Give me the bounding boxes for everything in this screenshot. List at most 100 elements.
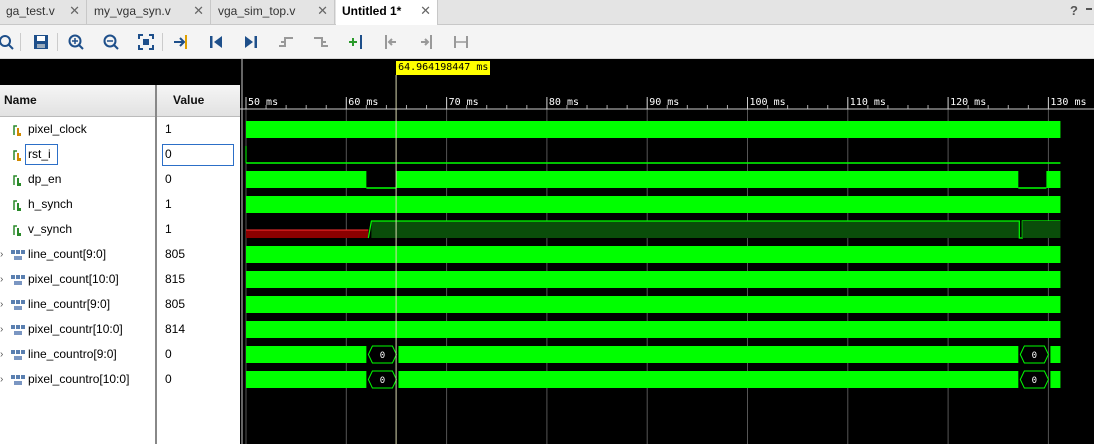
- zoom-in-icon[interactable]: [66, 32, 86, 52]
- bus-signal-icon: [11, 350, 25, 360]
- tab-vga-sim-top[interactable]: vga_sim_top.v ✕: [212, 0, 335, 24]
- go-to-last-time-icon[interactable]: [241, 32, 261, 52]
- signal-value: 805: [165, 247, 186, 261]
- minimize-icon[interactable]: [1086, 8, 1092, 10]
- selected-value-outline: [162, 144, 234, 166]
- tab-untitled-1[interactable]: Untitled 1* ✕: [336, 0, 438, 25]
- signal-value: 0: [165, 347, 172, 361]
- tick-label: 70 ms: [448, 97, 479, 108]
- save-icon[interactable]: [31, 32, 51, 52]
- tick-label: 80 ms: [548, 97, 579, 108]
- tick-label: 50 ms: [248, 97, 279, 108]
- tab-my-vga-syn[interactable]: my_vga_syn.v ✕: [88, 0, 211, 24]
- signal-row[interactable]: › line_countr[9:0] 805: [0, 292, 240, 317]
- signal-value: 0: [165, 172, 172, 186]
- next-marker-icon[interactable]: [416, 32, 436, 52]
- tab-label: ga_test.v: [6, 4, 55, 18]
- tab-label: my_vga_syn.v: [94, 4, 171, 18]
- signal-row[interactable]: h_synch 1: [0, 192, 240, 217]
- tab-ga-test[interactable]: ga_test.v ✕: [0, 0, 87, 24]
- value-column-header[interactable]: Value: [157, 85, 240, 117]
- cursor-time-label: 64.964198447 ms: [396, 61, 491, 75]
- zoom-out-icon[interactable]: [101, 32, 121, 52]
- signal-name: line_countro[9:0]: [28, 347, 117, 361]
- bus-value-label: 0: [380, 376, 385, 386]
- bus-signal-icon: [11, 300, 25, 310]
- bit-signal-icon: [13, 175, 21, 186]
- signal-name: pixel_countro[10:0]: [28, 372, 130, 386]
- bus-wave: [246, 271, 1061, 288]
- expand-chevron-icon[interactable]: ›: [0, 242, 8, 267]
- add-marker-icon[interactable]: [346, 32, 366, 52]
- tick-label: 60 ms: [348, 97, 379, 108]
- expand-chevron-icon[interactable]: ›: [0, 317, 8, 342]
- signal-value: 805: [165, 297, 186, 311]
- help-icon[interactable]: ?: [1070, 3, 1078, 18]
- signal-name: line_count[9:0]: [28, 247, 107, 261]
- signal-row[interactable]: v_synch 1: [0, 217, 240, 242]
- expand-chevron-icon[interactable]: ›: [0, 342, 8, 367]
- signal-list-pane: Name Value pixel_clock 1 rst_i 0 dp_en 0 h_syn…: [0, 59, 240, 444]
- bit-signal-icon: [13, 150, 21, 161]
- zoom-fit-icon[interactable]: [136, 32, 156, 52]
- bus-wave: [246, 296, 1061, 313]
- close-icon[interactable]: ✕: [69, 0, 80, 22]
- bus-value-label: 0: [380, 351, 385, 361]
- go-to-time-0-icon[interactable]: [206, 32, 226, 52]
- toolbar: [0, 25, 1094, 59]
- pixel-clock-wave: [246, 121, 1061, 138]
- waveform-canvas[interactable]: 0 0 0 0: [240, 59, 1094, 444]
- bit-signal-icon: [13, 225, 21, 236]
- bus-wave: [246, 246, 1061, 263]
- close-icon[interactable]: ✕: [193, 0, 204, 22]
- go-to-cursor-icon[interactable]: [171, 32, 191, 52]
- expand-chevron-icon[interactable]: ›: [0, 267, 8, 292]
- v-synch-undefined: [246, 230, 369, 238]
- signal-name: pixel_clock: [28, 122, 87, 136]
- bit-signal-icon: [13, 200, 21, 211]
- signal-value: 1: [165, 222, 172, 236]
- bus-wave: [398, 346, 1019, 363]
- previous-transition-icon[interactable]: [276, 32, 296, 52]
- bus-signal-icon: [11, 250, 25, 260]
- close-icon[interactable]: ✕: [317, 0, 328, 22]
- expand-chevron-icon[interactable]: ›: [0, 367, 8, 392]
- bus-signal-icon: [11, 375, 25, 385]
- signal-row[interactable]: › line_count[9:0] 805: [0, 242, 240, 267]
- signal-name: line_countr[9:0]: [28, 297, 111, 311]
- signal-row[interactable]: pixel_clock 1: [0, 117, 240, 142]
- signal-value: 1: [165, 197, 172, 211]
- bus-wave: [246, 346, 367, 363]
- signal-name: pixel_countr[10:0]: [28, 322, 123, 336]
- signal-row[interactable]: › pixel_countr[10:0] 814: [0, 317, 240, 342]
- signal-row[interactable]: dp_en 0: [0, 167, 240, 192]
- signal-name: dp_en: [28, 172, 62, 186]
- tick-label: 120 ms: [950, 97, 987, 108]
- waveform-pane[interactable]: 0 0 0 0 64.964198447 ms 50 ms 60 ms 70 ms 80 m…: [240, 59, 1094, 444]
- close-icon[interactable]: ✕: [420, 0, 431, 22]
- bus-wave: [246, 371, 367, 388]
- signal-value: 1: [165, 122, 172, 136]
- search-icon[interactable]: [0, 32, 16, 52]
- bus-signal-icon: [11, 325, 25, 335]
- previous-marker-icon[interactable]: [381, 32, 401, 52]
- bit-signal-icon: [13, 125, 21, 136]
- bus-wave: [398, 371, 1019, 388]
- expand-chevron-icon[interactable]: ›: [0, 292, 8, 317]
- bus-value-label: 0: [1032, 376, 1037, 386]
- name-column-header[interactable]: Name: [0, 85, 155, 117]
- signal-name: pixel_count[10:0]: [28, 272, 119, 286]
- next-transition-icon[interactable]: [311, 32, 331, 52]
- signal-row[interactable]: › line_countro[9:0] 0: [0, 342, 240, 367]
- bus-wave: [246, 321, 1061, 338]
- signal-name: v_synch: [28, 222, 73, 236]
- selected-name-outline: [25, 144, 58, 165]
- bus-value-label: 0: [1032, 351, 1037, 361]
- signal-row[interactable]: › pixel_countro[10:0] 0: [0, 367, 240, 392]
- signal-row[interactable]: › pixel_count[10:0] 815: [0, 267, 240, 292]
- swap-cursors-icon[interactable]: [451, 32, 471, 52]
- signal-value: 815: [165, 272, 186, 286]
- bus-wave: [1050, 371, 1061, 388]
- tick-label: 100 ms: [749, 97, 786, 108]
- v-synch-wave: [1022, 221, 1061, 238]
